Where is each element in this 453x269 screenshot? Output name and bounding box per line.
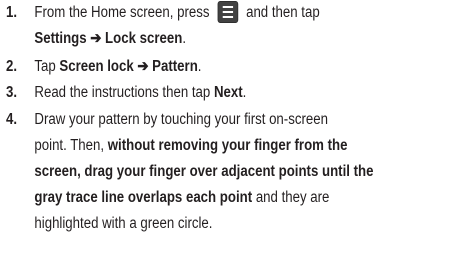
step-line: Read the instructions then tap Next. [34, 80, 246, 106]
step-line: Draw your pattern by touching your first… [34, 111, 328, 128]
step-text-part: and they are [252, 189, 330, 206]
step-text-part: . [182, 30, 187, 47]
menu-icon [217, 1, 239, 23]
step-text-part: and then tap [246, 4, 320, 21]
step-text-part: From the Home screen, press [34, 4, 210, 21]
step-text: From the Home screen, press and then tap… [34, 0, 320, 52]
step-text-part: point. Then, [34, 137, 108, 154]
step-line: point. Then, without removing your finge… [34, 133, 373, 159]
step-text: Tap Screen lock ➔ Pattern. [34, 54, 201, 80]
step-line: From the Home screen, press and then tap [34, 0, 320, 26]
emphasis-text: without removing your finger from the [107, 137, 348, 154]
step-number: 1. [6, 4, 18, 21]
menu-path: Screen lock ➔ Pattern [59, 58, 198, 75]
step-text: Draw your pattern by touching your first… [34, 107, 373, 237]
step-text-part: . [242, 84, 247, 101]
step-number: 3. [6, 84, 18, 101]
instructions-document: 1. From the Home screen, press and then … [0, 0, 453, 269]
step-text: Read the instructions then tap Next. [34, 80, 246, 106]
step-line: Tap Screen lock ➔ Pattern. [34, 54, 201, 80]
button-name: Next [213, 84, 243, 101]
emphasis-text: gray trace line overlaps each point [34, 189, 253, 206]
emphasis-text: screen, drag your finger over adjacent p… [34, 163, 374, 180]
step-number: 4. [6, 111, 18, 128]
step-line: highlighted with a green circle. [34, 215, 213, 232]
step-line: gray trace line overlaps each point and … [34, 185, 373, 211]
menu-path: Settings ➔ Lock screen [34, 30, 183, 47]
step-text-part: . [197, 58, 202, 75]
step-line: Settings ➔ Lock screen. [34, 26, 319, 52]
step-number: 2. [6, 58, 18, 75]
step-text-part: Tap [34, 58, 60, 75]
step-line: screen, drag your finger over adjacent p… [34, 159, 373, 185]
step-text-part: Read the instructions then tap [34, 84, 214, 101]
